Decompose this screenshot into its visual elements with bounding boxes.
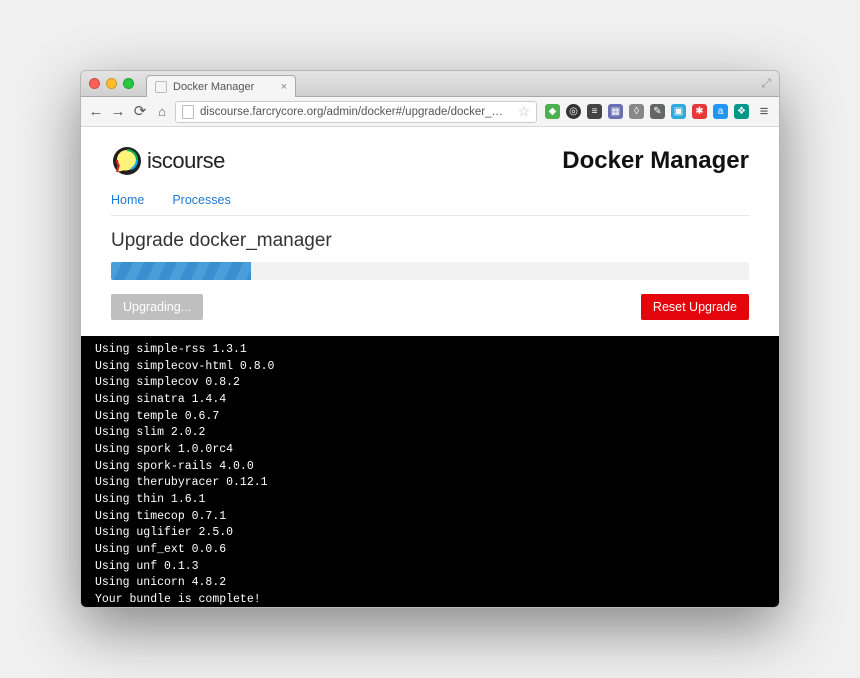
page-title: Docker Manager [562,147,749,175]
nav-processes[interactable]: Processes [172,193,230,207]
section-heading: Upgrade docker_manager [111,230,749,252]
close-window-button[interactable] [89,78,100,89]
progress-fill [111,262,251,280]
extension-icon[interactable]: ▣ [671,104,686,119]
nav-home[interactable]: Home [111,193,144,207]
discourse-logo-icon [111,145,143,177]
extension-icons: ◆ ◎ ≡ ▦ ◊ ✎ ▣ ✱ a ❖ ≡ [541,104,773,119]
reload-button[interactable]: ⟳ [131,104,149,119]
extension-icon[interactable]: ✎ [650,104,665,119]
extension-icon[interactable]: ❖ [734,104,749,119]
extension-icon[interactable]: ◎ [566,104,581,119]
address-bar[interactable]: discourse.farcrycore.org/admin/docker#/u… [175,101,537,123]
forward-button[interactable]: → [109,104,127,119]
traffic-lights [89,78,134,89]
action-row: Upgrading... Reset Upgrade [111,294,749,320]
bookmark-star-icon[interactable]: ☆ [517,103,530,120]
extension-icon[interactable]: ▦ [608,104,623,119]
page-header: iscourse Docker Manager [111,145,749,177]
upgrading-button: Upgrading... [111,294,203,320]
reset-upgrade-button[interactable]: Reset Upgrade [641,294,749,320]
home-button[interactable]: ⌂ [153,105,171,118]
tab-strip: Docker Manager × ⤢ [81,71,779,97]
browser-window: Docker Manager × ⤢ ← → ⟳ ⌂ discourse.far… [80,70,780,608]
expand-icon[interactable]: ⤢ [761,76,771,91]
url-text: discourse.farcrycore.org/admin/docker#/u… [200,106,511,118]
extension-icon[interactable]: a [713,104,728,119]
browser-toolbar: ← → ⟳ ⌂ discourse.farcrycore.org/admin/d… [81,97,779,127]
menu-icon[interactable]: ≡ [755,104,773,119]
browser-tab[interactable]: Docker Manager × [146,75,296,97]
close-tab-icon[interactable]: × [281,81,287,93]
zoom-window-button[interactable] [123,78,134,89]
progress-bar [111,262,749,280]
minimize-window-button[interactable] [106,78,117,89]
page-content: iscourse Docker Manager Home Processes U… [81,127,779,607]
discourse-logo[interactable]: iscourse [111,145,225,177]
tab-title: Docker Manager [173,81,254,93]
back-button[interactable]: ← [87,104,105,119]
extension-icon[interactable]: ◊ [629,104,644,119]
logo-text: iscourse [147,148,225,174]
console-output: Using simple-rss 1.3.1 Using simplecov-h… [81,336,779,607]
extension-icon[interactable]: ✱ [692,104,707,119]
sub-nav: Home Processes [111,187,749,216]
extension-icon[interactable]: ≡ [587,104,602,119]
extension-icon[interactable]: ◆ [545,104,560,119]
page-icon [155,81,167,93]
page-icon [182,105,194,119]
